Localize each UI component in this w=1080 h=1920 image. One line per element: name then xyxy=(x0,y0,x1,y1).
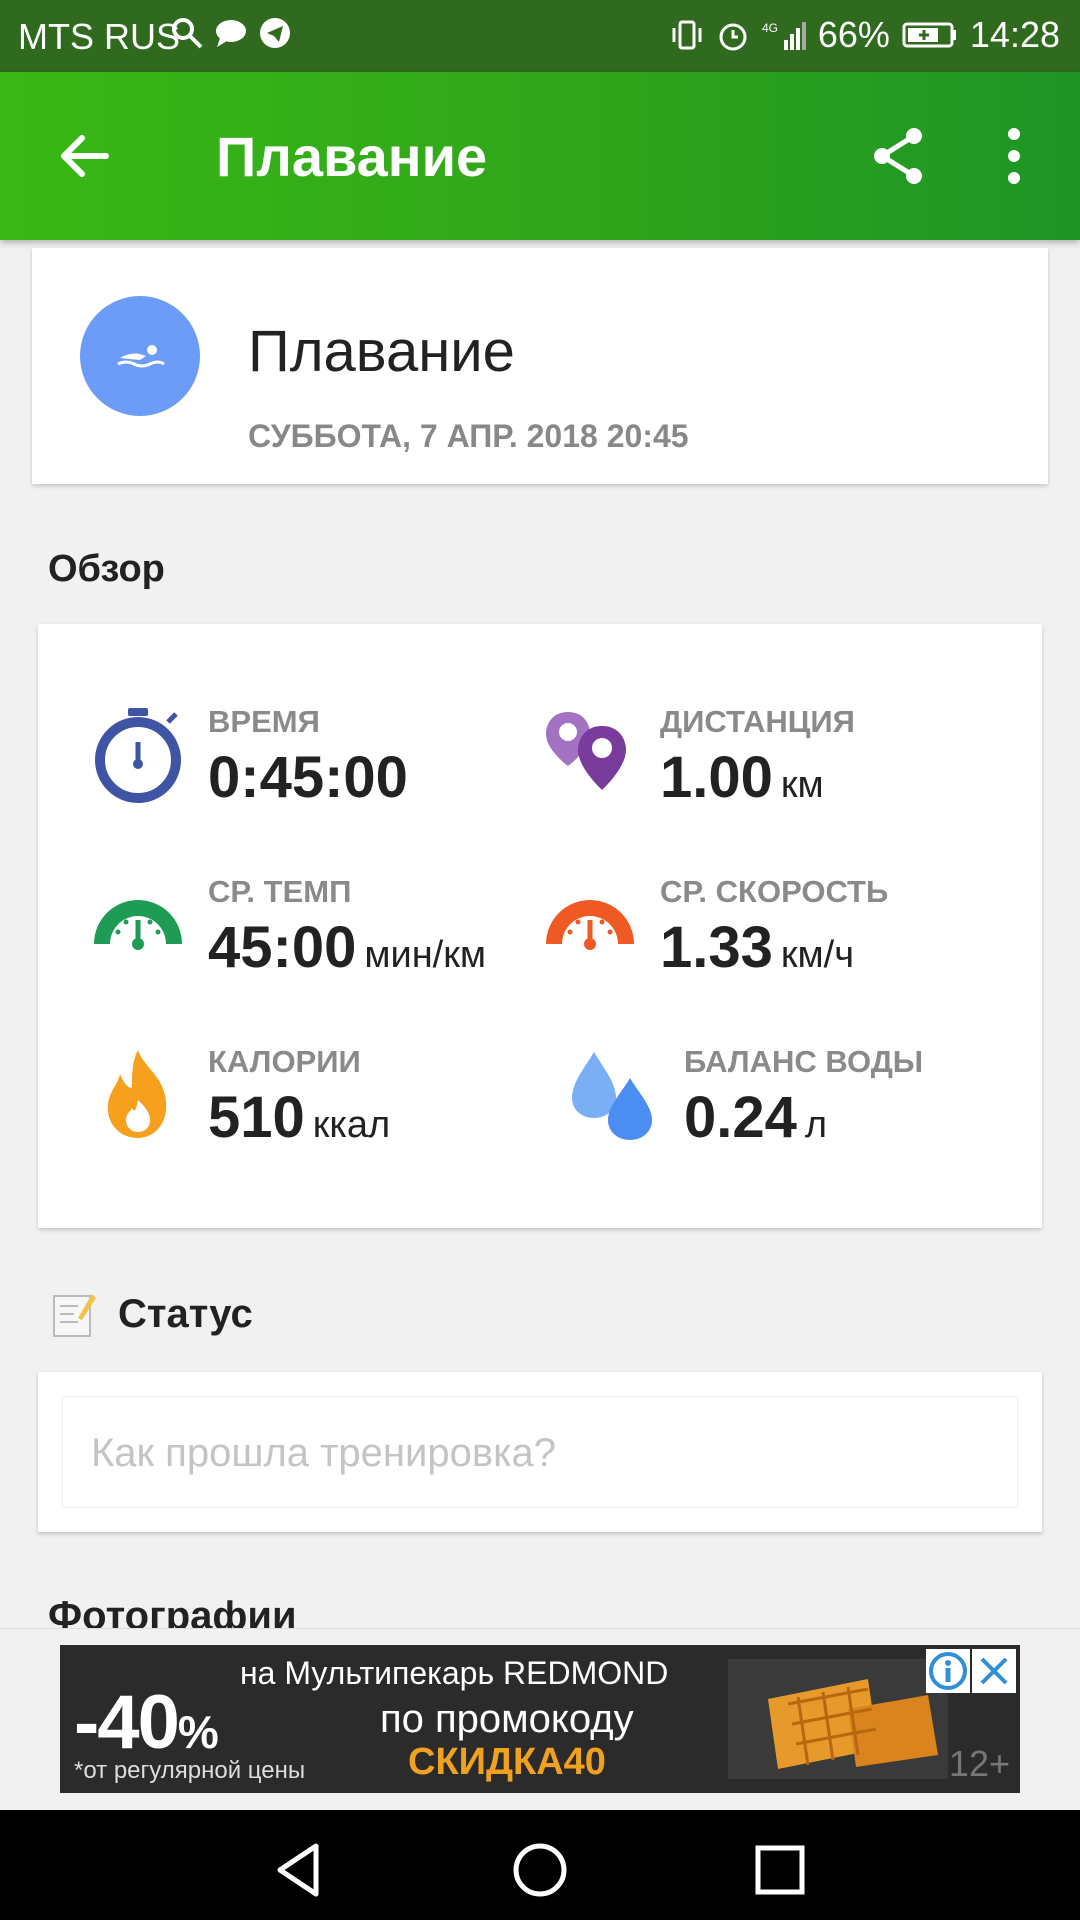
telegram-icon xyxy=(260,18,290,48)
ad-discount: -40% xyxy=(74,1679,219,1766)
stat-label: СР. ТЕМП xyxy=(208,874,352,909)
ad-footnote: *от регулярной цены xyxy=(74,1757,306,1784)
carrier-label: MTS RUS xyxy=(18,16,180,57)
stat-value: 1.00 xyxy=(660,745,773,810)
note-edit-icon xyxy=(53,1294,96,1337)
nav-back-icon[interactable] xyxy=(270,1840,330,1900)
stat-water: БАЛАНС ВОДЫ 0.24 л xyxy=(564,1044,1004,1154)
stat-label: ВРЕМЯ xyxy=(208,704,320,739)
stat-label: БАЛАНС ВОДЫ xyxy=(684,1044,924,1079)
ad-banner[interactable]: -40% на Мультипекарь REDMOND по промокод… xyxy=(60,1645,1020,1793)
share-icon[interactable] xyxy=(866,124,930,188)
stat-calories: КАЛОРИИ 510 ккал xyxy=(88,1044,488,1154)
stat-unit: ккал xyxy=(312,1104,391,1146)
stat-unit: км/ч xyxy=(780,934,854,976)
nav-recents-icon[interactable] xyxy=(750,1840,810,1900)
stat-value: 1.33 xyxy=(660,915,773,980)
stat-label: КАЛОРИИ xyxy=(208,1044,361,1079)
nav-home-icon[interactable] xyxy=(510,1840,570,1900)
ad-discount-value: -40 xyxy=(74,1680,180,1765)
workout-header-card: Плавание СУББОТА, 7 АПР. 2018 20:45 xyxy=(32,248,1048,484)
ad-close-icon[interactable] xyxy=(972,1649,1016,1693)
status-input[interactable]: Как прошла тренировка? xyxy=(62,1396,1018,1508)
signal-icon: 4G xyxy=(762,21,806,50)
clock: 14:28 xyxy=(969,14,1060,55)
app-bar: Плавание xyxy=(0,72,1080,240)
stat-speed: СР. СКОРОСТЬ 1.33 км/ч xyxy=(540,874,1000,984)
stat-time: ВРЕМЯ 0:45:00 xyxy=(88,704,488,814)
waffle-image xyxy=(728,1659,948,1779)
stat-unit: л xyxy=(804,1104,828,1146)
alarm-icon xyxy=(719,23,747,51)
stat-value-row: 45:00 мин/км xyxy=(208,914,486,981)
stat-value-row: 510 ккал xyxy=(208,1084,390,1151)
stat-value-row: 0.24 л xyxy=(684,1084,827,1151)
battery-percent: 66% xyxy=(817,14,890,55)
ad-banner-area: -40% на Мультипекарь REDMOND по промокод… xyxy=(0,1628,1080,1810)
water-drops-icon xyxy=(572,1052,652,1140)
page-title: Плавание xyxy=(216,125,488,188)
overview-title: Обзор xyxy=(48,548,165,590)
ad-info-icon[interactable] xyxy=(926,1649,970,1693)
stat-pace: СР. ТЕМП 45:00 мин/км xyxy=(88,874,548,984)
status-title: Статус xyxy=(118,1292,253,1336)
more-vert-icon[interactable] xyxy=(984,124,1044,188)
svg-text:4G: 4G xyxy=(762,21,778,35)
stat-unit: мин/км xyxy=(364,934,486,976)
stat-unit: км xyxy=(780,764,824,806)
workout-avatar xyxy=(80,296,200,416)
flame-icon xyxy=(107,1050,167,1138)
stat-distance: ДИСТАНЦИЯ 1.00 км xyxy=(540,704,1000,814)
overview-card: ВРЕМЯ 0:45:00 ДИСТАНЦИЯ 1.00 км СР. ТЕМП … xyxy=(38,624,1042,1228)
arrow-left-icon[interactable] xyxy=(52,124,116,188)
ad-percent-sign: % xyxy=(177,1706,219,1758)
workout-datetime: СУББОТА, 7 АПР. 2018 20:45 xyxy=(248,418,689,454)
stopwatch-icon xyxy=(95,708,181,803)
speed-gauge-icon xyxy=(546,900,634,950)
pace-gauge-icon xyxy=(94,900,182,950)
stat-value-row: 1.00 км xyxy=(660,744,824,811)
swimmer-icon xyxy=(117,345,165,368)
ad-line2: по промокоду xyxy=(380,1697,634,1741)
system-nav-bar xyxy=(0,1810,1080,1920)
status-card: Как прошла тренировка? xyxy=(38,1372,1042,1532)
stat-value-row: 0:45:00 xyxy=(208,744,416,811)
stat-label: СР. СКОРОСТЬ xyxy=(660,874,889,909)
stat-value-row: 1.33 км/ч xyxy=(660,914,854,981)
chat-icon xyxy=(216,20,246,47)
stat-label: ДИСТАНЦИЯ xyxy=(660,704,855,739)
map-pins-icon xyxy=(546,712,626,790)
stat-value: 510 xyxy=(208,1085,305,1150)
search-icon xyxy=(172,18,203,49)
stat-value: 0:45:00 xyxy=(208,745,408,810)
battery-icon xyxy=(902,22,956,48)
stat-value: 45:00 xyxy=(208,915,357,980)
workout-name: Плавание xyxy=(248,319,515,384)
ad-line1: на Мультипекарь REDMOND xyxy=(240,1655,669,1691)
ad-promo-code: СКИДКА40 xyxy=(408,1741,606,1783)
stat-value: 0.24 xyxy=(684,1085,797,1150)
ad-age-rating: 12+ xyxy=(948,1743,1010,1784)
vibrate-icon xyxy=(672,20,702,50)
status-bar: MTS RUS 4G 66% 14:28 xyxy=(0,0,1080,72)
